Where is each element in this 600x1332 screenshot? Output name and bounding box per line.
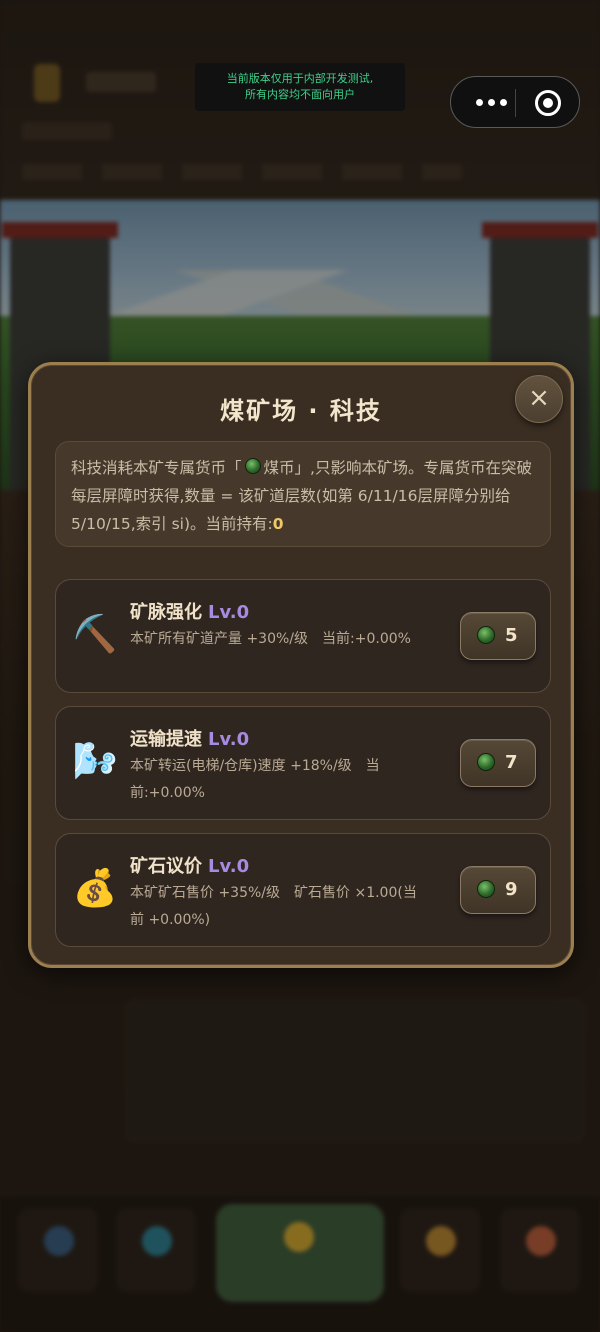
tech-name-text: 矿石议价 bbox=[130, 856, 202, 877]
target-circle-icon[interactable] bbox=[535, 90, 561, 116]
dev-notice-line2: 所有内容均不面向用户 bbox=[245, 88, 355, 101]
dev-notice: 当前版本仅用于内部开发测试, 所有内容均不面向用户 bbox=[195, 63, 405, 111]
tech-name-text: 运输提速 bbox=[130, 729, 202, 750]
tech-info: 本矿矿石售价 +35%/级 矿石售价 ×1.00(当前 +0.00%) bbox=[130, 885, 417, 928]
money-bag-icon: 💰 bbox=[72, 868, 118, 909]
tech-card-price: 💰 矿石议价 Lv.0 本矿矿石售价 +35%/级 矿石售价 ×1.00(当前 +… bbox=[55, 833, 551, 947]
tech-level: Lv.0 bbox=[208, 602, 250, 623]
modal-title: 煤矿场 · 科技 bbox=[220, 397, 382, 425]
coal-coin-icon bbox=[244, 458, 261, 474]
coal-coin-icon bbox=[477, 626, 495, 644]
upgrade-button[interactable]: 7 bbox=[460, 739, 536, 787]
pickaxe-icon: ⛏️ bbox=[72, 614, 118, 655]
wind-icon: 🌬️ bbox=[72, 741, 118, 782]
tech-modal: 煤矿场 · 科技 × 科技消耗本矿专属货币「 煤币」,只影响本矿场。专属货币在突破… bbox=[28, 362, 574, 968]
description-text-pre: 科技消耗本矿专属货币「 bbox=[71, 459, 242, 477]
coal-coin-icon bbox=[477, 753, 495, 771]
upgrade-cost: 5 bbox=[505, 625, 518, 646]
tech-card-transport: 🌬️ 运输提速 Lv.0 本矿转运(电梯/仓库)速度 +18%/级 当前:+0.0… bbox=[55, 706, 551, 820]
tech-info: 本矿转运(电梯/仓库)速度 +18%/级 当前:+0.00% bbox=[130, 758, 380, 801]
tech-level: Lv.0 bbox=[208, 856, 250, 877]
upgrade-button[interactable]: 5 bbox=[460, 612, 536, 660]
tech-description: 科技消耗本矿专属货币「 煤币」,只影响本矿场。专属货币在突破每层屏障时获得,数量 … bbox=[55, 441, 551, 547]
holding-value: 0 bbox=[272, 515, 284, 533]
upgrade-cost: 7 bbox=[505, 752, 518, 773]
tech-name: 矿石议价 Lv.0 bbox=[130, 852, 249, 878]
more-dots-icon[interactable] bbox=[469, 92, 513, 112]
tech-info: 本矿所有矿道产量 +30%/级 当前:+0.00% bbox=[130, 631, 411, 647]
close-button[interactable]: × bbox=[515, 375, 563, 423]
upgrade-cost: 9 bbox=[505, 879, 518, 900]
tech-name: 矿脉强化 Lv.0 bbox=[130, 598, 249, 624]
tech-name-text: 矿脉强化 bbox=[130, 602, 202, 623]
upgrade-button[interactable]: 9 bbox=[460, 866, 536, 914]
capsule-menu bbox=[450, 76, 580, 128]
tech-level: Lv.0 bbox=[208, 729, 250, 750]
tech-card-vein: ⛏️ 矿脉强化 Lv.0 本矿所有矿道产量 +30%/级 当前:+0.00% 5 bbox=[55, 579, 551, 693]
capsule-divider bbox=[515, 89, 516, 117]
coal-coin-icon bbox=[477, 880, 495, 898]
tech-name: 运输提速 Lv.0 bbox=[130, 725, 249, 751]
dev-notice-line1: 当前版本仅用于内部开发测试, bbox=[226, 72, 374, 85]
